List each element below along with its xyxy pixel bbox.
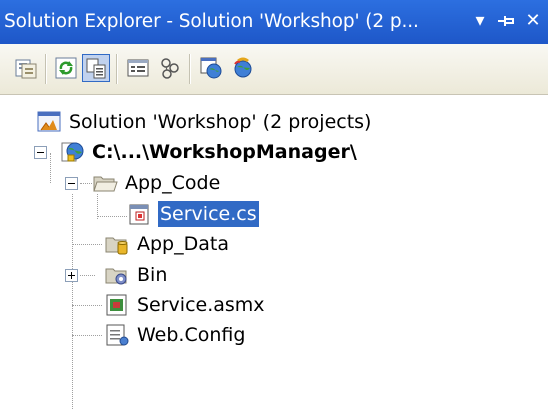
solution-tree: Solution 'Workshop' (2 projects) C:\...\… [0, 95, 548, 409]
properties-icon [15, 59, 37, 79]
toolbar-separator [189, 54, 191, 84]
tree-connector [72, 305, 102, 306]
tree-connector [72, 335, 102, 336]
tree-node-label: C:\...\WorkshopManager\ [92, 141, 357, 163]
toolbar-separator [45, 54, 47, 84]
close-button[interactable]: ✕ [521, 8, 545, 34]
copy-website-button[interactable] [156, 54, 184, 82]
tree-node-service-cs[interactable]: Service.cs [127, 199, 259, 229]
tree-node-label: App_Data [137, 233, 229, 255]
tree-node-project[interactable]: C:\...\WorkshopManager\ [59, 137, 359, 167]
show-all-files-button[interactable] [82, 54, 110, 82]
pin-icon [498, 16, 514, 26]
view-code-icon [127, 59, 149, 77]
tree-connector [72, 244, 102, 245]
title-bar: Solution Explorer - Solution 'Workshop' … [0, 0, 548, 44]
config-file-icon [106, 324, 129, 346]
view-in-browser-button[interactable] [197, 54, 225, 82]
asp-net-configuration-icon [234, 57, 252, 78]
tree-connector [72, 194, 73, 409]
tree-node-app-code[interactable]: App_Code [92, 168, 222, 198]
properties-button[interactable] [12, 54, 40, 82]
refresh-button[interactable] [52, 54, 80, 82]
tree-node-bin[interactable]: Bin [104, 260, 169, 290]
toolbar-separator [116, 54, 118, 84]
bin-folder-icon [105, 268, 127, 285]
expand-toggle[interactable] [65, 269, 78, 282]
tree-node-label: App_Code [125, 172, 221, 194]
tree-node-app-data[interactable]: App_Data [104, 229, 231, 259]
csharp-file-icon [129, 204, 149, 225]
view-code-button[interactable] [124, 54, 152, 82]
folder-open-icon [93, 176, 118, 192]
tree-node-web-config[interactable]: Web.Config [104, 320, 247, 350]
tree-node-label: Service.asmx [137, 294, 265, 316]
data-folder-icon [105, 237, 128, 255]
tree-node-label: Service.cs [158, 201, 259, 227]
solution-icon [37, 111, 61, 132]
tree-connector [50, 153, 51, 183]
copy-website-icon [161, 58, 179, 79]
tree-connector [80, 183, 92, 184]
refresh-icon [55, 57, 77, 79]
view-in-browser-icon [200, 57, 222, 79]
asp-net-configuration-button[interactable] [229, 54, 257, 82]
collapse-toggle[interactable] [65, 177, 78, 190]
tree-node-label: Web.Config [137, 324, 246, 346]
tree-connector [97, 216, 127, 217]
tree-connector [80, 275, 95, 276]
tree-node-label: Solution 'Workshop' (2 projects) [69, 111, 372, 133]
asmx-file-icon [106, 294, 127, 316]
tree-node-solution[interactable]: Solution 'Workshop' (2 projects) [36, 107, 373, 137]
toolbar [0, 44, 548, 95]
tree-node-service-asmx[interactable]: Service.asmx [104, 290, 267, 320]
window-position-dropdown-button[interactable]: ▾ [468, 8, 492, 34]
show-all-files-icon [86, 58, 106, 79]
web-project-icon [61, 142, 84, 162]
tree-node-label: Bin [137, 264, 168, 286]
window-title: Solution Explorer - Solution 'Workshop' … [4, 11, 419, 32]
collapse-toggle[interactable] [34, 146, 47, 159]
auto-hide-pin-button[interactable] [494, 8, 518, 34]
